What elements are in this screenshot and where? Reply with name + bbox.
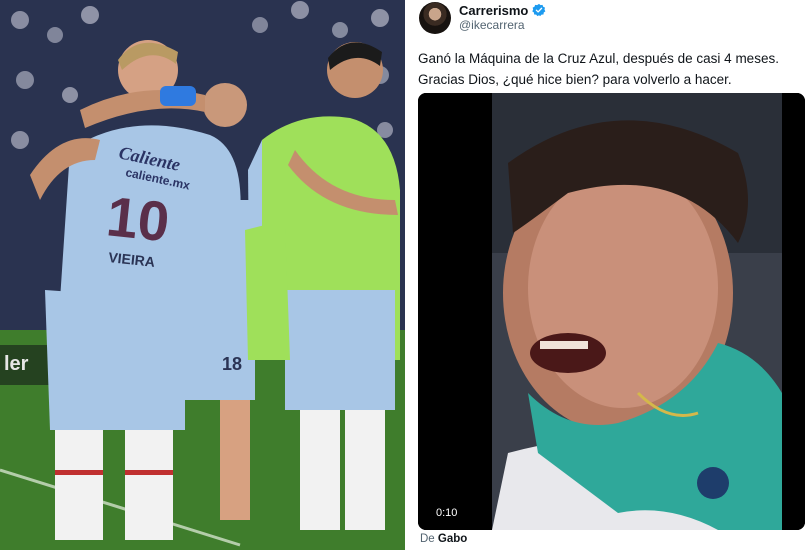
tweet: Carrerismo @ikecarrera Ganó la Máquina d… (405, 0, 810, 550)
video-attribution-name[interactable]: Gabo (438, 533, 467, 545)
video-attribution-prefix: De (420, 533, 435, 545)
tweet-author-row: Carrerismo (459, 2, 546, 18)
celebration-photo-graphic: ler 18 Caliente caliente.mx 10 VIEIRA (0, 0, 405, 550)
svg-text:10: 10 (104, 184, 173, 253)
author-display-name[interactable]: Carrerismo (459, 3, 528, 18)
tweet-video[interactable]: 0:10 (418, 93, 805, 530)
tweet-text-line-2: Gracias Dios, ¿qué hice bien? para volve… (418, 72, 732, 87)
celebration-photo: ler 18 Caliente caliente.mx 10 VIEIRA (0, 0, 405, 550)
video-attribution: De Gabo (420, 533, 467, 545)
verified-badge-icon (532, 3, 546, 17)
video-duration: 0:10 (432, 506, 462, 520)
svg-text:18: 18 (222, 354, 242, 374)
screenshot-root: ler 18 Caliente caliente.mx 10 VIEIRA Ca… (0, 0, 810, 550)
tweet-text: Ganó la Máquina de la Cruz Azul, después… (418, 48, 806, 90)
tweet-text-line-1: Ganó la Máquina de la Cruz Azul, después… (418, 51, 779, 66)
svg-text:ler: ler (4, 353, 29, 375)
avatar[interactable] (419, 2, 451, 34)
video-frame-graphic (418, 93, 805, 530)
author-handle[interactable]: @ikecarrera (459, 18, 525, 32)
